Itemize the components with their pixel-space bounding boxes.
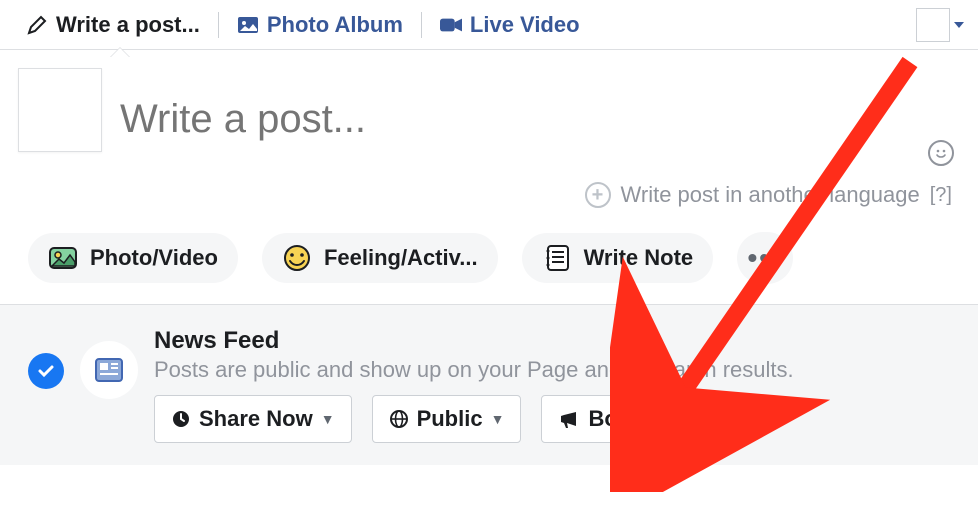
checkbox-selected[interactable]: [28, 353, 64, 389]
attachment-chips: Photo/Video Feeling/Activ... Write Note …: [0, 224, 978, 304]
audience-button[interactable]: Public ▼: [372, 395, 522, 443]
chip-label: Feeling/Activ...: [324, 245, 478, 271]
chip-feeling-activity[interactable]: Feeling/Activ...: [262, 233, 498, 283]
feed-buttons: Share Now ▼ Public ▼ Boost Post: [154, 395, 950, 443]
divider: [421, 12, 422, 38]
tab-label: Write a post...: [56, 12, 200, 38]
feed-description: Posts are public and show up on your Pag…: [154, 357, 950, 383]
more-options[interactable]: •••: [737, 232, 793, 284]
pencil-icon: [26, 14, 48, 36]
divider: [218, 12, 219, 38]
video-icon: [440, 14, 462, 36]
tab-label: Photo Album: [267, 12, 403, 38]
help-link[interactable]: [?]: [930, 184, 952, 207]
feed-body: News Feed Posts are public and show up o…: [154, 327, 950, 443]
composer-area: [0, 50, 978, 160]
clock-icon: [171, 409, 191, 429]
page-avatar: [18, 68, 102, 152]
image-icon: [237, 14, 259, 36]
tab-write-post[interactable]: Write a post...: [12, 2, 214, 48]
caret-down-icon: [952, 18, 966, 32]
note-icon: [542, 243, 572, 273]
emoji-button[interactable]: [928, 140, 954, 166]
chip-label: Write Note: [584, 245, 694, 271]
megaphone-icon: [558, 409, 580, 429]
news-feed-icon: [80, 341, 138, 399]
caret-down-icon: ▼: [321, 411, 335, 427]
smiley-icon: [933, 145, 949, 161]
caret-down-icon: ▼: [491, 411, 505, 427]
chip-write-note[interactable]: Write Note: [522, 233, 714, 283]
button-label: Share Now: [199, 406, 313, 432]
plus-icon[interactable]: +: [585, 182, 611, 208]
tab-label: Live Video: [470, 12, 580, 38]
write-another-language[interactable]: Write post in another language: [621, 182, 920, 208]
share-now-button[interactable]: Share Now ▼: [154, 395, 352, 443]
boost-post-button[interactable]: Boost Post: [541, 395, 721, 443]
news-feed-section: News Feed Posts are public and show up o…: [0, 304, 978, 465]
tab-live-video[interactable]: Live Video: [426, 2, 594, 48]
chip-label: Photo/Video: [90, 245, 218, 271]
account-avatar: [916, 8, 950, 42]
feeling-icon: [282, 243, 312, 273]
button-label: Public: [417, 406, 483, 432]
composer-tabs: Write a post... Photo Album Live Video: [0, 0, 978, 50]
globe-icon: [389, 409, 409, 429]
tab-photo-album[interactable]: Photo Album: [223, 2, 417, 48]
language-row: + Write post in another language [?]: [0, 160, 978, 224]
post-input[interactable]: [120, 68, 954, 152]
feed-title: News Feed: [154, 327, 950, 355]
checkmark-icon: [36, 361, 56, 381]
account-switcher[interactable]: [916, 8, 966, 42]
photo-video-icon: [48, 243, 78, 273]
button-label: Boost Post: [588, 406, 704, 432]
chip-photo-video[interactable]: Photo/Video: [28, 233, 238, 283]
